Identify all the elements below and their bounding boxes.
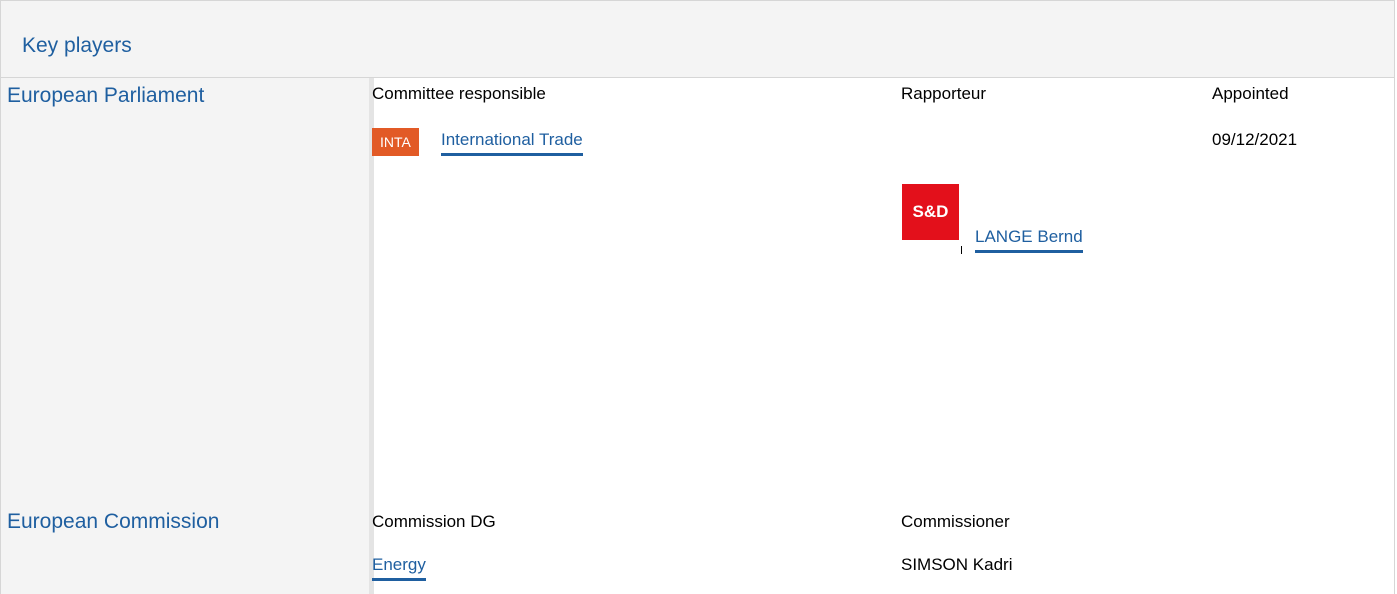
dg-header: Commission DG [372, 512, 496, 531]
committee-link[interactable]: International Trade [441, 130, 583, 156]
committee-badge: INTA [372, 128, 419, 156]
institution-commission: European Commission [7, 510, 220, 533]
appointed-header: Appointed [1212, 84, 1289, 103]
commissioner-header: Commissioner [901, 512, 1010, 531]
institution-parliament: European Parliament [7, 84, 205, 107]
rapporteur-header: Rapporteur [901, 84, 987, 103]
dg-link[interactable]: Energy [372, 555, 426, 581]
commissioner-name: SIMSON Kadri [901, 555, 1013, 574]
committee-header: Committee responsible [372, 84, 546, 103]
section-header: Key players [1, 1, 1394, 78]
rapporteur-link[interactable]: LANGE Bernd [975, 227, 1083, 253]
appointed-date: 09/12/2021 [1212, 130, 1298, 149]
section-title: Key players [22, 34, 132, 57]
sd-group-logo: S&D [902, 184, 959, 240]
logo-divider [961, 246, 962, 254]
